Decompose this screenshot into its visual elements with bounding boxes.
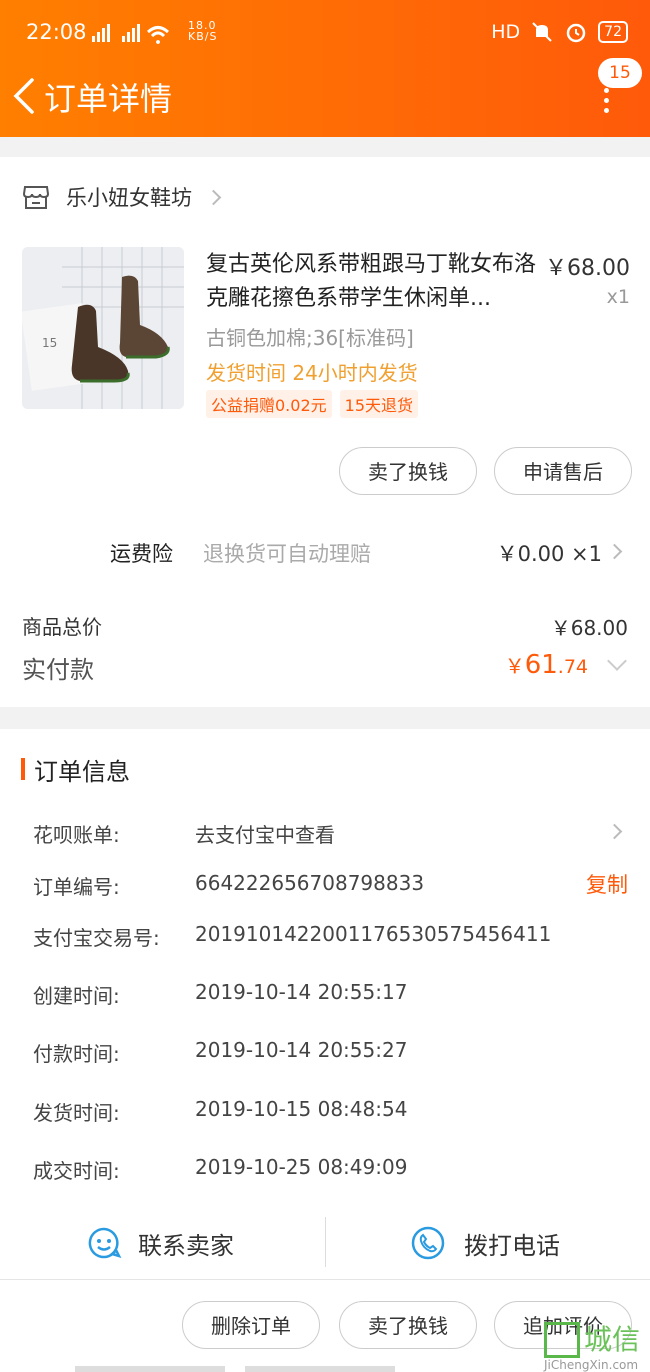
shipping-time: 发货时间 24小时内发货	[206, 361, 418, 385]
watermark-icon	[544, 1322, 580, 1358]
call-label: 拨打电话	[464, 1231, 560, 1260]
contact-seller-label: 联系卖家	[138, 1231, 234, 1260]
product-quantity: x1	[606, 286, 630, 308]
contact-divider	[325, 1217, 326, 1267]
copy-button[interactable]: 复制	[586, 869, 628, 899]
sell-exchange-button[interactable]: 卖了换钱	[339, 447, 477, 495]
product-title[interactable]: 复古英伦风系带粗跟马丁靴女布洛克雕花擦色系带学生休闲单...	[206, 248, 540, 316]
product-sku: 古铜色加棉;36[标准码]	[206, 326, 414, 350]
thumb-label: 15	[42, 336, 57, 350]
battery-indicator: 72	[598, 21, 628, 43]
product-tags: 公益捐赠0.02元 15天退货	[206, 390, 419, 418]
after-sale-button[interactable]: 申请售后	[494, 447, 632, 495]
phone-icon	[411, 1226, 445, 1260]
mute-icon	[532, 22, 552, 42]
chat-face-icon	[88, 1227, 122, 1259]
scroll-hint	[75, 1366, 225, 1372]
goods-total-label: 商品总价	[22, 615, 102, 639]
goods-total-value: ￥68.00	[550, 616, 628, 640]
bottom-divider	[0, 1279, 650, 1280]
status-bar: 22:08 18.0 KB/S HD 72	[0, 0, 650, 64]
back-arrow-icon[interactable]	[10, 76, 44, 116]
delete-order-button[interactable]: 删除订单	[182, 1301, 320, 1349]
shop-row[interactable]: 乐小妞女鞋坊	[22, 180, 222, 214]
app-header: 22:08 18.0 KB/S HD 72 订单详情 15	[0, 0, 650, 137]
tag-charity: 公益捐赠0.02元	[206, 390, 332, 418]
call-button[interactable]: 拨打电话	[410, 1216, 560, 1270]
boots-image-icon: 15	[22, 247, 184, 409]
store-icon	[22, 186, 50, 209]
status-right: HD 72	[491, 20, 628, 44]
paid-label: 实付款	[22, 656, 94, 684]
alarm-icon	[566, 23, 586, 43]
section-accent-bar	[21, 758, 25, 780]
product-price: ￥68.00	[545, 256, 630, 281]
insurance-label: 运费险	[110, 542, 173, 566]
page-title: 订单详情	[44, 80, 173, 118]
info-row-huabei[interactable]: 花呗账单: 去支付宝中查看	[33, 819, 623, 849]
net-speed: 18.0 KB/S	[188, 19, 218, 43]
message-badge[interactable]: 15	[598, 58, 642, 88]
product-thumbnail[interactable]: 15	[22, 247, 184, 409]
paid-amount: ￥61.74	[504, 650, 588, 680]
order-info-title: 订单信息	[34, 758, 130, 786]
scroll-hint	[245, 1366, 395, 1372]
status-time: 22:08	[26, 20, 87, 44]
signal-indicator: 18.0 KB/S	[88, 20, 216, 49]
sell-exchange-bottom-button[interactable]: 卖了换钱	[339, 1301, 477, 1349]
chevron-right-icon	[205, 189, 222, 205]
hd-indicator: HD	[491, 21, 521, 43]
insurance-desc: 退换货可自动理赔	[203, 542, 371, 566]
watermark-logo: 城信 JiChengXin.com	[544, 1322, 641, 1372]
tag-return: 15天退货	[339, 390, 419, 418]
more-menu-icon[interactable]	[601, 88, 611, 114]
insurance-value: ￥0.00 ×1	[496, 542, 602, 566]
shop-name[interactable]: 乐小妞女鞋坊	[66, 182, 192, 212]
contact-seller-button[interactable]: 联系卖家	[86, 1216, 234, 1270]
